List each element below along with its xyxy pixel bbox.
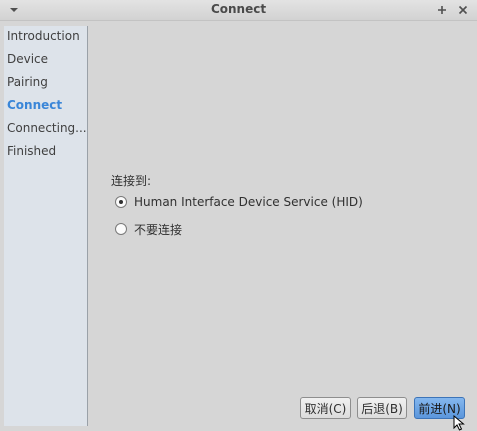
connect-to-label: 连接到:: [111, 174, 152, 188]
close-icon[interactable]: [455, 2, 471, 18]
steps-sidebar: Introduction Device Pairing Connect Conn…: [4, 26, 88, 426]
back-button[interactable]: 后退(B): [357, 397, 407, 419]
sidebar-step-pairing: Pairing: [7, 75, 48, 89]
sidebar-step-device: Device: [7, 52, 49, 66]
sidebar-step-finished: Finished: [7, 144, 57, 158]
option-hid-service[interactable]: Human Interface Device Service (HID): [115, 194, 363, 210]
assistant-window: Connect Introduction Device Pairing Conn…: [0, 0, 477, 431]
option-label: 不要连接: [134, 222, 183, 237]
sidebar-step-introduction: Introduction: [7, 29, 80, 43]
window-title: Connect: [210, 2, 267, 16]
option-label: Human Interface Device Service (HID): [134, 195, 363, 209]
option-do-not-connect[interactable]: 不要连接: [115, 221, 182, 237]
radio-selected-icon[interactable]: [115, 196, 127, 208]
cancel-button[interactable]: 取消(C): [300, 397, 351, 419]
title-bar[interactable]: Connect: [0, 0, 477, 21]
main-content: 连接到: Human Interface Device Service (HID…: [88, 26, 477, 431]
sidebar-step-connect: Connect: [7, 98, 63, 112]
radio-unselected-icon[interactable]: [115, 223, 127, 235]
mouse-pointer-icon: [453, 415, 465, 431]
sidebar-step-connecting: Connecting...: [7, 121, 87, 135]
plus-icon[interactable]: [434, 2, 450, 18]
